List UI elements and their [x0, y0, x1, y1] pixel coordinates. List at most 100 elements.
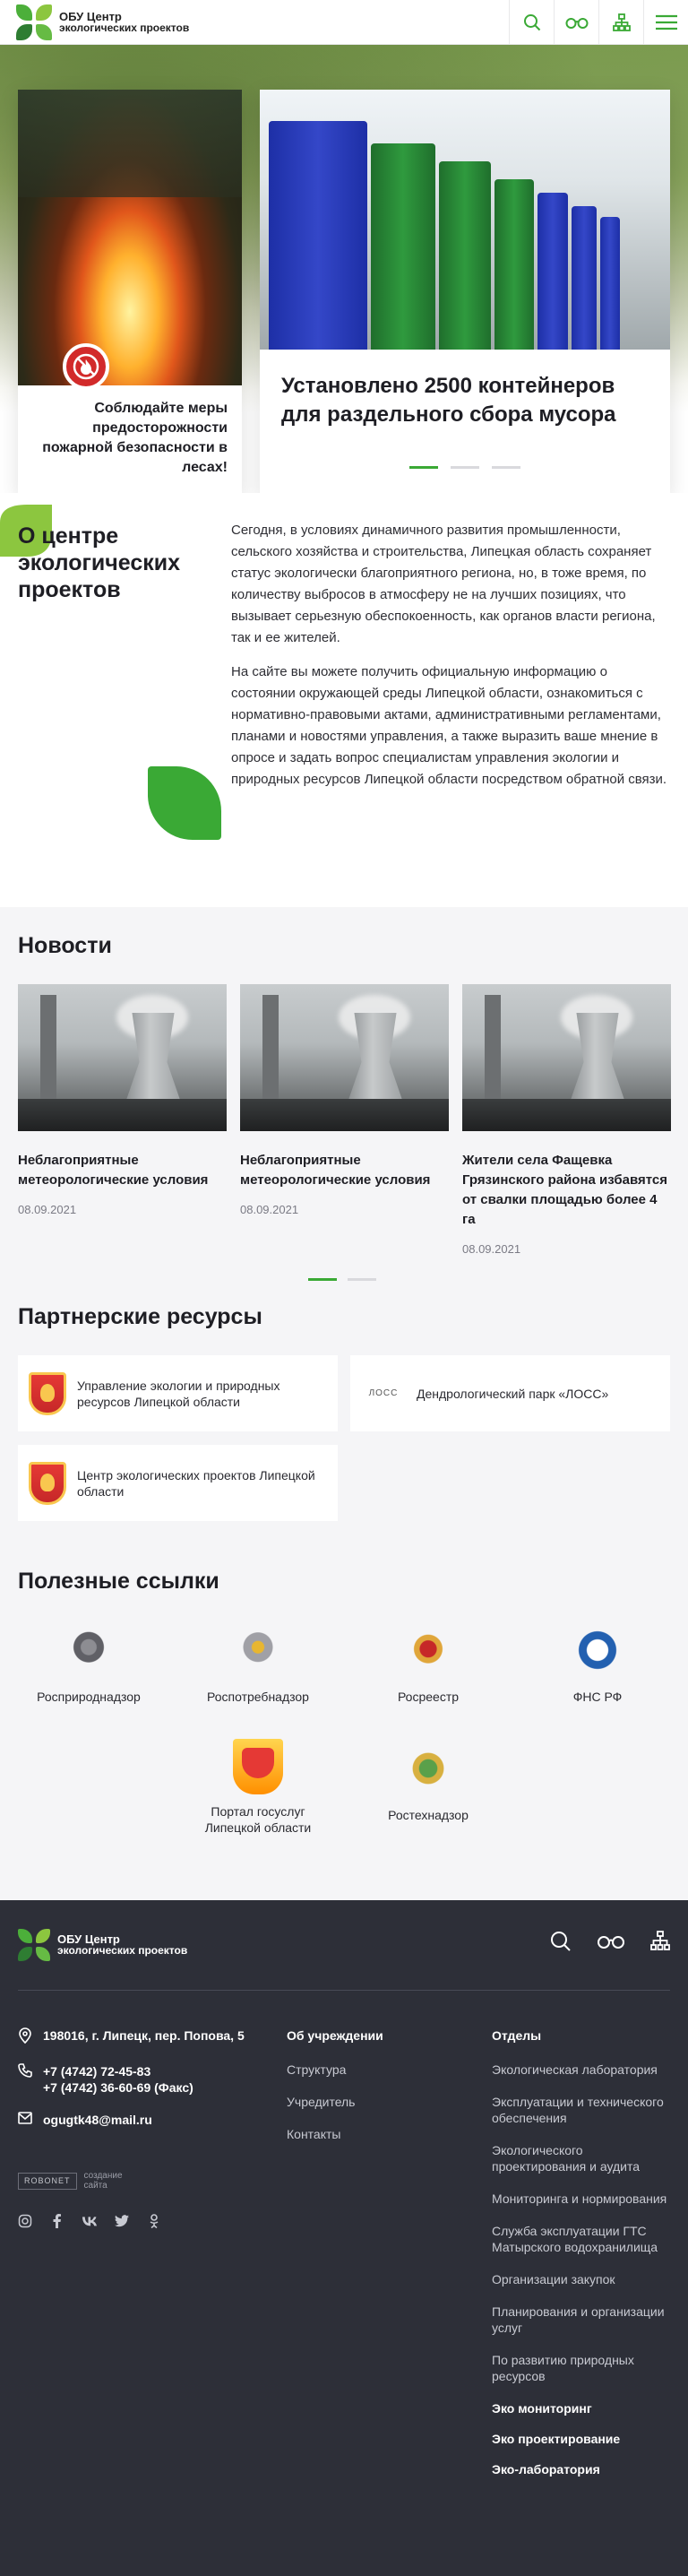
useful-link[interactable]: Роспотребнадзор	[182, 1621, 334, 1705]
footer-logo[interactable]: ОБУ Центр экологических проектов	[18, 1929, 187, 1961]
news-headline[interactable]: Неблагоприятные метеорологические услови…	[18, 1151, 227, 1190]
instagram-icon[interactable]	[18, 2214, 32, 2228]
sitemap-icon[interactable]	[598, 0, 643, 45]
useful-link[interactable]: Росреестр	[352, 1621, 504, 1705]
robonet-caption: сайта	[83, 2181, 108, 2191]
partner-card[interactable]: Центр экологических проектов Липецкой об…	[18, 1445, 338, 1521]
mail-icon	[18, 2112, 32, 2128]
news-card[interactable]: Неблагоприятные метеорологические услови…	[18, 984, 227, 1256]
footer-link[interactable]: Мониторинга и нормирования	[492, 2191, 671, 2207]
logo-text: ОБУ Центр экологических проектов	[59, 11, 189, 34]
news-date: 08.09.2021	[462, 1242, 521, 1256]
news-date: 08.09.2021	[240, 1203, 299, 1216]
news-card[interactable]: Жители села Фащевка Грязинского района и…	[462, 984, 671, 1256]
slider-dot[interactable]	[348, 1278, 376, 1281]
footer-link[interactable]: По развитию природных ресурсов	[492, 2352, 671, 2384]
footer-col-heading[interactable]: Об учреждении	[287, 2027, 466, 2044]
partner-card[interactable]: ЛОСС Дендрологический парк «ЛОСС»	[350, 1355, 670, 1431]
rostekhnadzor-emblem-icon	[401, 1739, 455, 1798]
logo-mark-icon	[16, 4, 52, 40]
partner-card[interactable]: Управление экологии и природных ресурсов…	[18, 1355, 338, 1431]
loss-logo: ЛОСС	[368, 1387, 399, 1398]
footer-col-heading[interactable]: Отделы	[492, 2027, 671, 2044]
email-link[interactable]: ogugtk48@mail.ru	[43, 2112, 152, 2128]
twitter-icon[interactable]	[115, 2214, 129, 2228]
site-logo[interactable]: ОБУ Центр экологических проектов	[16, 4, 189, 40]
useful-link-label: Ростехнадзор	[388, 1808, 469, 1822]
footer-link[interactable]: Экологического проектирования и аудита	[492, 2142, 671, 2174]
partner-name: Центр экологических проектов Липецкой об…	[77, 1467, 315, 1499]
footer-link-bold[interactable]: Эко проектирование	[492, 2431, 671, 2447]
news-card[interactable]: Неблагоприятные метеорологические услови…	[240, 984, 449, 1256]
footer-link[interactable]: Служба эксплуатации ГТС Матырского водох…	[492, 2223, 671, 2255]
footer-link[interactable]: Эксплуатации и технического обеспечения	[492, 2094, 671, 2126]
useful-link-label: Росреестр	[397, 1690, 460, 1704]
fns-emblem-icon	[571, 1621, 624, 1680]
slider-dot[interactable]	[492, 466, 520, 469]
phone-icon	[18, 2063, 32, 2081]
footer-divider	[18, 1990, 670, 1991]
robonet-logo: ROBONET	[18, 2172, 77, 2190]
useful-link[interactable]: Портал госуслуг Липецкой области	[182, 1739, 334, 1836]
useful-links-title: Полезные ссылки	[18, 1569, 219, 1594]
footer-contacts: 198016, г. Липецк, пер. Попова, 5 +7 (47…	[18, 2027, 269, 2144]
footer-nav-departments: Отделы Экологическая лаборатория Эксплуа…	[492, 2027, 671, 2492]
odnoklassniki-icon[interactable]	[147, 2214, 161, 2228]
gosuslugi-lipetsk-emblem-icon	[233, 1739, 283, 1794]
useful-link-label: Роспотребнадзор	[207, 1690, 309, 1704]
search-icon[interactable]	[550, 1931, 572, 1957]
search-icon[interactable]	[509, 0, 554, 45]
useful-link[interactable]: ФНС РФ	[521, 1621, 674, 1705]
news-headline[interactable]: Неблагоприятные метеорологические услови…	[240, 1151, 449, 1190]
contact-email: ogugtk48@mail.ru	[18, 2112, 269, 2128]
menu-icon[interactable]	[643, 0, 688, 45]
footer-link[interactable]: Структура	[287, 2062, 466, 2078]
useful-link[interactable]: Ростехнадзор	[352, 1739, 504, 1823]
address-text: 198016, г. Липецк, пер. Попова, 5	[43, 2028, 245, 2043]
footer-link[interactable]: Экологическая лаборатория	[492, 2062, 671, 2078]
footer-link-bold[interactable]: Эко мониторинг	[492, 2400, 671, 2416]
vk-icon[interactable]	[82, 2214, 97, 2228]
rospotrebnadzor-emblem-icon	[231, 1621, 285, 1680]
facebook-icon[interactable]	[50, 2214, 64, 2228]
hero-slide-fire[interactable]: Соблюдайте меры предосторожности пожарно…	[18, 90, 242, 493]
robonet-caption: создание	[83, 2171, 123, 2181]
contact-address: 198016, г. Липецк, пер. Попова, 5	[18, 2027, 269, 2047]
news-pagination	[308, 1278, 376, 1281]
footer-link[interactable]: Учредитель	[287, 2094, 466, 2110]
site-footer: ОБУ Центр экологических проектов 198016,…	[0, 1900, 688, 2576]
useful-link-label: ФНС РФ	[572, 1690, 623, 1704]
developer-credit[interactable]: ROBONET создание сайта	[18, 2171, 123, 2191]
hero-pagination	[409, 466, 520, 469]
slider-dot[interactable]	[451, 466, 479, 469]
slider-dot[interactable]	[409, 466, 438, 469]
footer-link-bold[interactable]: Эко-лаборатория	[492, 2461, 671, 2477]
logo-line1: ОБУ Центр	[59, 9, 122, 23]
glasses-icon[interactable]	[597, 1931, 625, 1957]
slider-dot[interactable]	[308, 1278, 337, 1281]
useful-link-label: Росприроднадзор	[37, 1690, 141, 1704]
bins-illustration	[269, 117, 670, 350]
rosprirodnadzor-emblem-icon	[62, 1621, 116, 1680]
news-headline[interactable]: Жители села Фащевка Грязинского района и…	[462, 1151, 671, 1230]
logo-text: ОБУ Центр экологических проектов	[57, 1933, 187, 1957]
glasses-icon[interactable]	[554, 0, 598, 45]
useful-link[interactable]: Росприроднадзор	[13, 1621, 165, 1705]
news-image	[18, 984, 227, 1131]
sitemap-icon[interactable]	[650, 1931, 670, 1957]
footer-link[interactable]: Контакты	[287, 2126, 466, 2142]
hero-slide-containers[interactable]: Установлено 2500 контейнеров для раздель…	[260, 90, 670, 493]
partners-title: Партнерские ресурсы	[18, 1304, 262, 1329]
news-image	[240, 984, 449, 1131]
containers-photo	[260, 90, 670, 350]
fire-photo	[18, 90, 242, 385]
phone-number[interactable]: +7 (4742) 72-45-83	[43, 2063, 194, 2079]
lipetsk-coat-of-arms-icon	[29, 1371, 66, 1415]
footer-nav-about: Об учреждении Структура Учредитель Конта…	[287, 2027, 466, 2158]
footer-link[interactable]: Планирования и организации услуг	[492, 2304, 671, 2336]
hero-slider: Соблюдайте меры предосторожности пожарно…	[0, 45, 688, 493]
footer-actions	[550, 1931, 670, 1957]
about-text: Сегодня, в условиях динамичного развития…	[231, 520, 670, 803]
phone-number[interactable]: +7 (4742) 36-60-69 (Факс)	[43, 2079, 194, 2096]
footer-link[interactable]: Организации закупок	[492, 2271, 671, 2287]
